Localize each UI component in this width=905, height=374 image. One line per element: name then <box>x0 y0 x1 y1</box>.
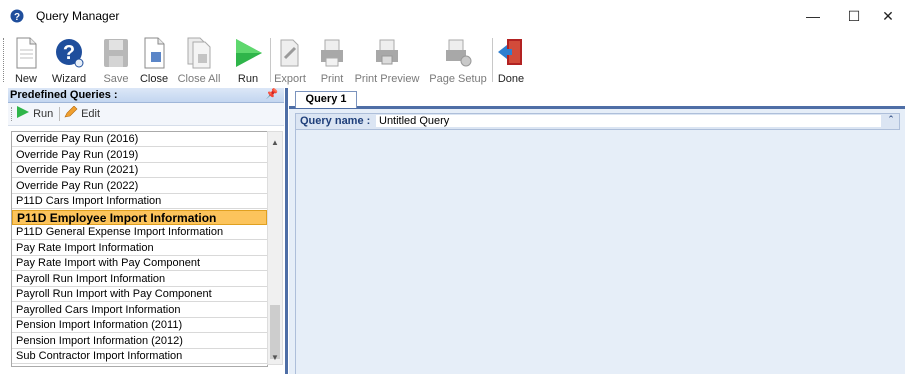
query-name-bar: Query name : ⌃ <box>295 113 900 130</box>
close-all-button[interactable]: Close All <box>174 34 224 86</box>
list-item[interactable]: Override Pay Run (2019) <box>12 148 267 163</box>
list-item[interactable]: Payrolled Cars Import Information <box>12 303 267 318</box>
toolbar-separator <box>270 38 271 82</box>
wizard-button[interactable]: ? Wizard <box>47 34 91 86</box>
pane-run-button[interactable]: Run <box>16 106 53 122</box>
run-play-icon <box>236 39 262 67</box>
page-setup-button[interactable]: Page Setup <box>428 34 488 86</box>
exit-door-icon <box>498 39 522 65</box>
done-button[interactable]: Done <box>494 34 528 86</box>
list-item[interactable]: P11D General Expense Import Information <box>12 225 267 240</box>
list-item[interactable]: Pay Rate Import Information <box>12 241 267 256</box>
toolbar-separator <box>492 38 493 82</box>
tab-query-1[interactable]: Query 1 <box>295 91 357 108</box>
new-document-icon <box>16 37 37 69</box>
predefined-queries-pane: Predefined Queries : 📌 Run Edit Override… <box>8 88 284 374</box>
scroll-down-icon[interactable]: ▼ <box>268 351 282 365</box>
print-button[interactable]: Print <box>316 34 348 86</box>
pane-title: Predefined Queries : <box>10 89 118 101</box>
print-icon <box>321 39 343 67</box>
print-preview-button[interactable]: Print Preview <box>352 34 422 86</box>
close-document-icon <box>144 37 165 69</box>
query-editor-pane: Query 1 Query name : ⌃ <box>289 88 905 374</box>
pane-toolbar: Run Edit <box>8 103 284 126</box>
query-list-scrollbar[interactable]: ▲ ▼ <box>267 131 283 365</box>
pane-edit-button[interactable]: Edit <box>64 105 101 122</box>
list-item[interactable]: Pension Import Information (2011) <box>12 318 267 333</box>
list-item[interactable]: Pay Rate Import with Pay Component <box>12 256 267 271</box>
app-logo-icon: ? <box>10 9 24 23</box>
list-item[interactable]: P11D Employee Import Information <box>12 209 267 225</box>
pin-icon[interactable]: 📌 <box>266 89 278 100</box>
query-tabstrip: Query 1 <box>289 88 905 109</box>
save-disk-icon <box>104 39 128 67</box>
toolbar-grip[interactable] <box>11 107 12 121</box>
list-item[interactable]: P11D Cars Import Information <box>12 194 267 209</box>
pane-header: Predefined Queries : 📌 <box>8 88 284 103</box>
scroll-up-icon[interactable]: ▲ <box>268 136 282 150</box>
close-all-documents-icon <box>187 37 211 69</box>
edit-pencil-icon <box>64 105 78 118</box>
svg-text:?: ? <box>14 12 20 23</box>
toolbar-separator <box>59 107 60 121</box>
list-item[interactable]: Payroll Run Import Information <box>12 272 267 287</box>
pane-splitter[interactable] <box>285 88 288 374</box>
page-setup-icon <box>446 39 472 67</box>
new-button[interactable]: New <box>8 34 44 86</box>
close-icon[interactable]: ✕ <box>870 4 905 28</box>
list-item[interactable]: Payroll Run Import with Pay Component <box>12 287 267 302</box>
pane-edit-label: Edit <box>81 108 101 120</box>
svg-text:?: ? <box>63 42 75 64</box>
pane-run-label: Run <box>33 108 54 120</box>
list-item[interactable]: Override Pay Run (2022) <box>12 179 267 194</box>
export-button[interactable]: Export <box>272 34 308 86</box>
save-button[interactable]: Save <box>100 34 132 86</box>
query-name-input[interactable] <box>376 115 881 127</box>
wizard-question-icon: ? <box>56 39 84 68</box>
title-bar: ? Query Manager — ☐ ✕ <box>0 0 905 32</box>
minimize-icon[interactable]: — <box>795 4 831 28</box>
list-item[interactable]: Sub Contractor Import Information <box>12 349 267 364</box>
run-button[interactable]: Run <box>230 34 266 86</box>
window-title: Query Manager <box>36 9 120 23</box>
export-icon <box>280 39 299 67</box>
query-name-label: Query name : <box>300 115 371 127</box>
list-item[interactable]: Override Pay Run (2016) <box>12 132 267 147</box>
main-toolbar: New ? Wizard Save Close Close All Run Ex… <box>0 32 905 88</box>
maximize-icon[interactable]: ☐ <box>836 4 872 28</box>
query-list: Override Pay Run (2016) Override Pay Run … <box>11 131 268 367</box>
list-item[interactable]: Override Pay Run (2021) <box>12 163 267 178</box>
print-preview-icon <box>376 39 398 65</box>
toolbar-grip[interactable] <box>3 38 6 82</box>
run-play-icon <box>17 106 29 118</box>
list-item[interactable]: Pension Import Information (2012) <box>12 334 267 349</box>
query-canvas[interactable] <box>295 130 901 374</box>
close-doc-button[interactable]: Close <box>137 34 171 86</box>
collapse-chevron-icon[interactable]: ⌃ <box>885 114 897 125</box>
